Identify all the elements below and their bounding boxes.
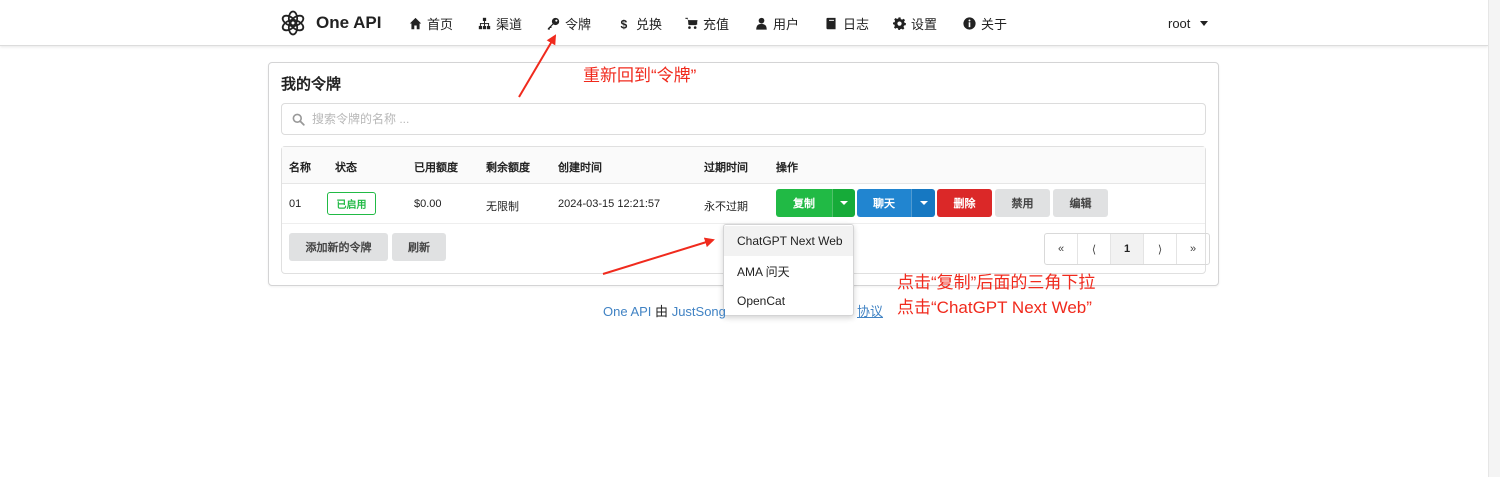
- token-remaining: 无限制: [486, 201, 519, 213]
- info-icon: [963, 16, 976, 30]
- openai-logo-icon: [281, 10, 305, 36]
- page-title: 我的令牌: [281, 76, 342, 93]
- table-header: 名称 状态 已用额度 剩余额度 创建时间 过期时间 操作: [282, 147, 1205, 184]
- pagination-prev[interactable]: ⟨: [1078, 234, 1111, 264]
- cart-icon: [685, 17, 698, 29]
- column-header-remaining[interactable]: 剩余额度: [486, 159, 530, 175]
- nav-item-tokens[interactable]: 令牌: [547, 0, 591, 46]
- nav-item-label: 日志: [843, 16, 870, 32]
- refresh-button[interactable]: 刷新: [392, 233, 446, 261]
- token-created: 2024-03-15 12:21:57: [558, 198, 661, 210]
- copy-dropdown-toggle[interactable]: [832, 189, 855, 217]
- disable-button[interactable]: 禁用: [995, 189, 1050, 217]
- delete-button[interactable]: 删除: [937, 189, 992, 217]
- dollar-icon: $: [620, 17, 627, 30]
- page-footer: One API 由 JustSong: [603, 301, 726, 320]
- nav-item-settings[interactable]: 设置: [893, 0, 937, 46]
- nav-item-redeem[interactable]: $ 兑换: [618, 0, 662, 46]
- brand[interactable]: One API: [278, 8, 382, 38]
- caret-down-icon: [919, 201, 928, 205]
- pagination-last[interactable]: »: [1177, 234, 1209, 264]
- pagination-next[interactable]: ⟩: [1144, 234, 1177, 264]
- token-name: 01: [289, 198, 302, 210]
- search-icon: [292, 113, 305, 126]
- pagination: « ⟨ 1 ⟩ »: [1044, 233, 1210, 265]
- nav-item-logs[interactable]: 日志: [825, 0, 869, 46]
- footer-license-link[interactable]: 协议: [857, 301, 883, 320]
- nav-item-home[interactable]: 首页: [409, 0, 453, 46]
- nav-item-label: 设置: [911, 16, 938, 32]
- pagination-first[interactable]: «: [1045, 234, 1078, 264]
- nav-item-label: 充值: [703, 16, 730, 32]
- annotation-dropdown-note-2: 点击“ChatGPT Next Web”: [897, 298, 1092, 317]
- search-box[interactable]: [281, 103, 1206, 135]
- edit-button[interactable]: 编辑: [1053, 189, 1108, 217]
- annotation-dropdown-note-1: 点击“复制”后面的三角下拉: [897, 273, 1096, 292]
- username: root: [1168, 15, 1191, 31]
- status-badge: 已启用: [327, 192, 376, 215]
- column-header-expires[interactable]: 过期时间: [704, 159, 748, 175]
- copy-dropdown-menu: ChatGPT Next Web AMA 问天 OpenCat: [723, 224, 854, 316]
- column-header-actions: 操作: [776, 162, 798, 174]
- annotation-nav-note: 重新回到“令牌”: [583, 66, 697, 85]
- dropdown-item-ama[interactable]: AMA 问天: [724, 256, 853, 286]
- token-used: $0.00: [414, 198, 442, 210]
- nav-item-users[interactable]: 用户: [755, 0, 799, 46]
- column-header-used[interactable]: 已用额度: [414, 159, 458, 175]
- nav-item-label: 令牌: [565, 16, 592, 32]
- nav-item-label: 渠道: [496, 16, 523, 32]
- add-token-button[interactable]: 添加新的令牌: [289, 233, 388, 261]
- pagination-page-current[interactable]: 1: [1111, 234, 1144, 264]
- nav-item-about[interactable]: 关于: [963, 0, 1007, 46]
- footer-by-text: 由: [655, 304, 669, 319]
- top-nav-bar: One API 首页 渠道 令牌 $ 兑换 充值 用户 日志 设置 关于 roo…: [0, 0, 1488, 46]
- footer-author-link[interactable]: JustSong: [672, 304, 726, 319]
- column-header-name[interactable]: 名称: [289, 159, 311, 175]
- book-icon: [826, 17, 836, 29]
- svg-text:$: $: [620, 17, 627, 30]
- chat-dropdown-toggle[interactable]: [911, 189, 935, 217]
- chevron-down-icon: [1200, 20, 1209, 26]
- key-icon: [547, 17, 560, 30]
- gear-icon: [893, 16, 906, 30]
- nav-item-topup[interactable]: 充值: [685, 0, 729, 46]
- token-expires: 永不过期: [704, 201, 748, 213]
- user-icon: [756, 17, 767, 30]
- column-header-created[interactable]: 创建时间: [558, 159, 602, 175]
- dropdown-item-chatgpt-next-web[interactable]: ChatGPT Next Web: [724, 226, 853, 256]
- search-input[interactable]: [312, 104, 1192, 134]
- home-icon: [409, 17, 422, 29]
- nav-item-label: 关于: [981, 16, 1008, 32]
- user-menu[interactable]: root: [1168, 0, 1209, 46]
- copy-button[interactable]: 复制: [776, 189, 832, 217]
- table-row: 01 已启用 $0.00 无限制 2024-03-15 12:21:57 永不过…: [282, 184, 1205, 224]
- nav-item-label: 首页: [427, 16, 454, 32]
- dropdown-item-opencat[interactable]: OpenCat: [724, 286, 853, 316]
- caret-down-icon: [840, 201, 848, 205]
- nav-item-channels[interactable]: 渠道: [478, 0, 522, 46]
- chat-button[interactable]: 聊天: [857, 189, 911, 217]
- nav-item-label: 兑换: [636, 16, 663, 32]
- sitemap-icon: [478, 17, 491, 29]
- column-header-status[interactable]: 状态: [335, 159, 357, 175]
- footer-app-link[interactable]: One API: [603, 304, 651, 319]
- scrollbar-track[interactable]: [1488, 0, 1500, 477]
- nav-item-label: 用户: [773, 16, 800, 32]
- brand-name: One API: [316, 13, 382, 32]
